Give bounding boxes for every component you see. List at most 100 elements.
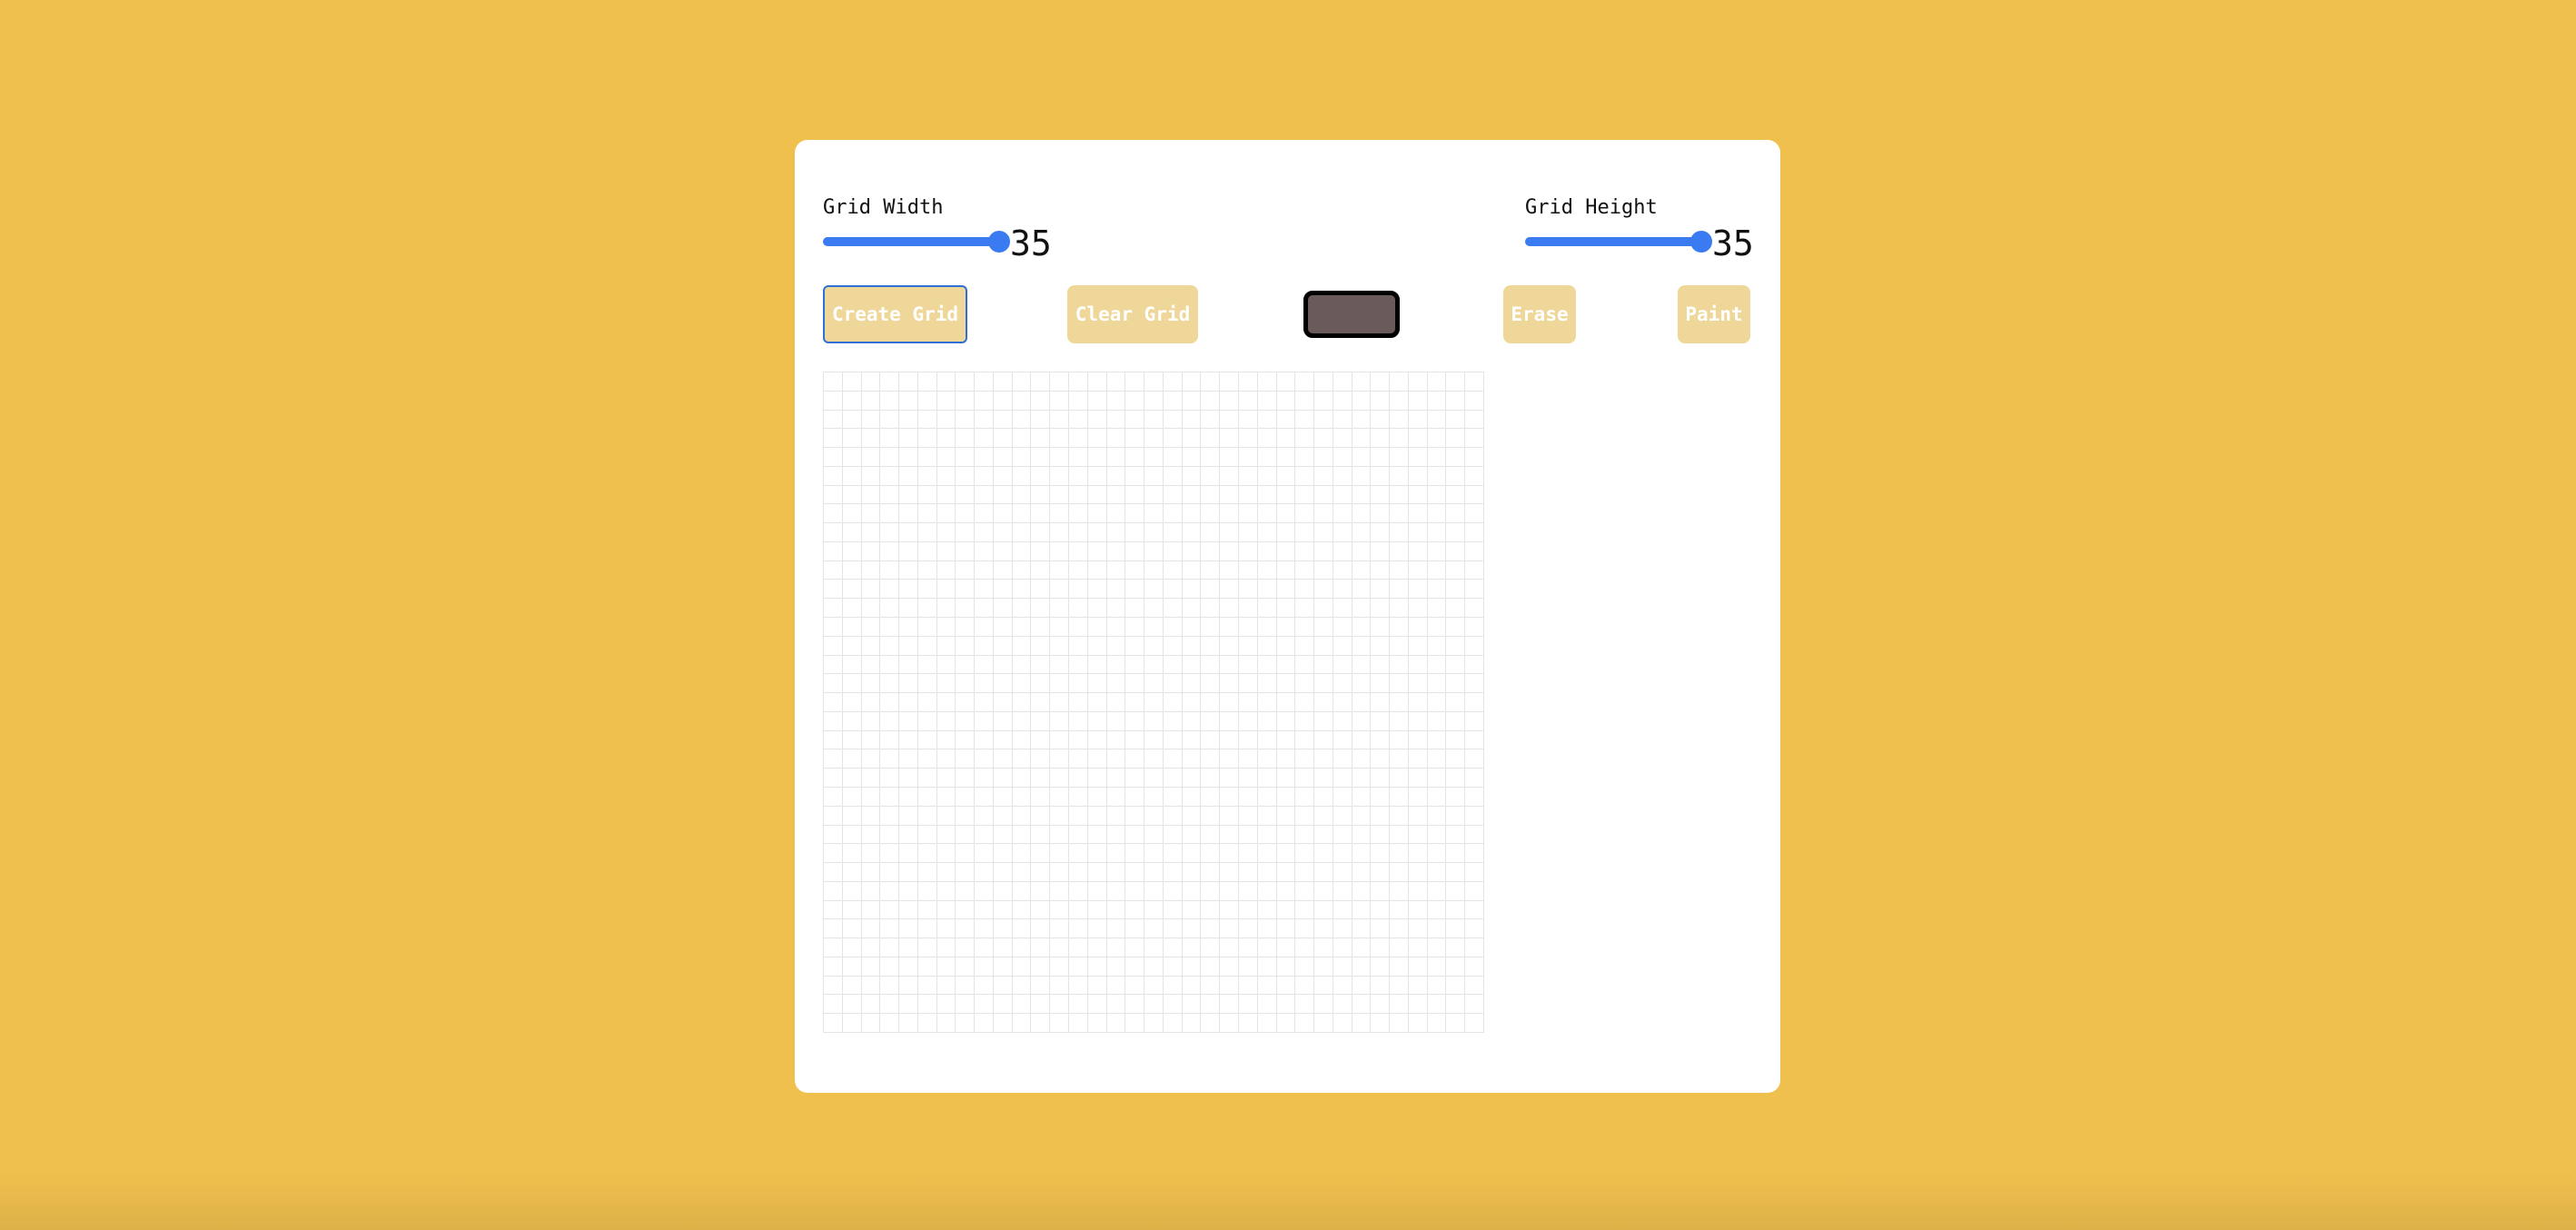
grid-cell[interactable] xyxy=(1125,599,1145,619)
grid-cell[interactable] xyxy=(993,674,1013,694)
grid-cell[interactable] xyxy=(1182,730,1202,750)
grid-cell[interactable] xyxy=(993,730,1013,750)
grid-cell[interactable] xyxy=(1465,504,1484,524)
grid-cell[interactable] xyxy=(993,560,1013,580)
grid-cell[interactable] xyxy=(956,730,976,750)
grid-cell[interactable] xyxy=(1371,957,1391,977)
grid-cell[interactable] xyxy=(1257,995,1277,1015)
grid-cell[interactable] xyxy=(1408,938,1428,957)
grid-cell[interactable] xyxy=(1238,636,1258,656)
grid-cell[interactable] xyxy=(861,881,881,901)
grid-cell[interactable] xyxy=(1295,825,1315,845)
grid-cell[interactable] xyxy=(1238,693,1258,712)
grid-cell[interactable] xyxy=(1069,806,1088,826)
erase-button[interactable]: Erase xyxy=(1503,285,1576,343)
grid-cell[interactable] xyxy=(1446,410,1466,430)
grid-cell[interactable] xyxy=(1257,825,1277,845)
grid-cell[interactable] xyxy=(1314,769,1333,788)
grid-cell[interactable] xyxy=(1069,504,1088,524)
grid-cell[interactable] xyxy=(1390,504,1409,524)
grid-cell[interactable] xyxy=(861,844,881,864)
grid-cell[interactable] xyxy=(1220,372,1239,392)
grid-cell[interactable] xyxy=(1106,504,1126,524)
grid-cell[interactable] xyxy=(1390,730,1409,750)
grid-cell[interactable] xyxy=(1144,976,1164,996)
grid-cell[interactable] xyxy=(1352,674,1372,694)
grid-cell[interactable] xyxy=(1144,730,1164,750)
grid-cell[interactable] xyxy=(899,448,918,467)
grid-cell[interactable] xyxy=(1295,485,1315,505)
grid-cell[interactable] xyxy=(1390,523,1409,542)
grid-cell[interactable] xyxy=(1012,618,1032,637)
grid-cell[interactable] xyxy=(1390,599,1409,619)
grid-cell[interactable] xyxy=(1106,711,1126,731)
grid-cell[interactable] xyxy=(936,806,956,826)
grid-cell[interactable] xyxy=(917,504,937,524)
grid-cell[interactable] xyxy=(1069,391,1088,411)
grid-cell[interactable] xyxy=(1333,372,1352,392)
grid-cell[interactable] xyxy=(880,806,900,826)
grid-cell[interactable] xyxy=(899,674,918,694)
grid-cell[interactable] xyxy=(1257,560,1277,580)
grid-cell[interactable] xyxy=(1465,976,1484,996)
grid-cell[interactable] xyxy=(824,466,843,486)
grid-cell[interactable] xyxy=(917,976,937,996)
grid-cell[interactable] xyxy=(1276,806,1296,826)
grid-cell[interactable] xyxy=(1031,674,1051,694)
grid-cell[interactable] xyxy=(1069,693,1088,712)
grid-cell[interactable] xyxy=(1031,541,1051,561)
grid-cell[interactable] xyxy=(1182,825,1202,845)
grid-cell[interactable] xyxy=(1390,655,1409,675)
grid-cell[interactable] xyxy=(1201,466,1221,486)
grid-cell[interactable] xyxy=(1446,655,1466,675)
grid-cell[interactable] xyxy=(1220,995,1239,1015)
grid-cell[interactable] xyxy=(917,863,937,882)
grid-cell[interactable] xyxy=(1390,919,1409,939)
grid-cell[interactable] xyxy=(1050,541,1070,561)
grid-cell[interactable] xyxy=(1031,429,1051,449)
grid-cell[interactable] xyxy=(1333,655,1352,675)
grid-cell[interactable] xyxy=(1333,674,1352,694)
grid-cell[interactable] xyxy=(1069,372,1088,392)
grid-cell[interactable] xyxy=(1371,599,1391,619)
grid-cell[interactable] xyxy=(1050,560,1070,580)
grid-cell[interactable] xyxy=(1352,693,1372,712)
grid-cell[interactable] xyxy=(1201,938,1221,957)
grid-cell[interactable] xyxy=(1465,769,1484,788)
grid-cell[interactable] xyxy=(1408,976,1428,996)
grid-cell[interactable] xyxy=(1087,730,1107,750)
grid-cell[interactable] xyxy=(993,429,1013,449)
grid-cell[interactable] xyxy=(975,769,994,788)
grid-cell[interactable] xyxy=(1201,711,1221,731)
grid-cell[interactable] xyxy=(936,618,956,637)
grid-cell[interactable] xyxy=(1427,541,1447,561)
grid-cell[interactable] xyxy=(1408,618,1428,637)
grid-cell[interactable] xyxy=(1371,995,1391,1015)
grid-cell[interactable] xyxy=(993,844,1013,864)
grid-cell[interactable] xyxy=(1427,730,1447,750)
grid-cell[interactable] xyxy=(993,749,1013,769)
grid-cell[interactable] xyxy=(1125,749,1145,769)
grid-cell[interactable] xyxy=(1408,391,1428,411)
grid-cell[interactable] xyxy=(1125,580,1145,600)
grid-cell[interactable] xyxy=(1446,599,1466,619)
grid-cell[interactable] xyxy=(899,919,918,939)
grid-cell[interactable] xyxy=(1125,976,1145,996)
grid-cell[interactable] xyxy=(824,693,843,712)
grid-cell[interactable] xyxy=(1125,769,1145,788)
grid-cell[interactable] xyxy=(1012,976,1032,996)
grid-cell[interactable] xyxy=(1371,844,1391,864)
grid-cell[interactable] xyxy=(1352,541,1372,561)
grid-cell[interactable] xyxy=(1012,995,1032,1015)
grid-cell[interactable] xyxy=(861,730,881,750)
grid-cell[interactable] xyxy=(993,448,1013,467)
grid-cell[interactable] xyxy=(993,769,1013,788)
grid-cell[interactable] xyxy=(1390,806,1409,826)
grid-cell[interactable] xyxy=(1087,523,1107,542)
grid-cell[interactable] xyxy=(1144,655,1164,675)
grid-cell[interactable] xyxy=(1427,711,1447,731)
grid-cell[interactable] xyxy=(1257,541,1277,561)
grid-cell[interactable] xyxy=(1069,711,1088,731)
grid-cell[interactable] xyxy=(880,485,900,505)
grid-cell[interactable] xyxy=(1390,372,1409,392)
